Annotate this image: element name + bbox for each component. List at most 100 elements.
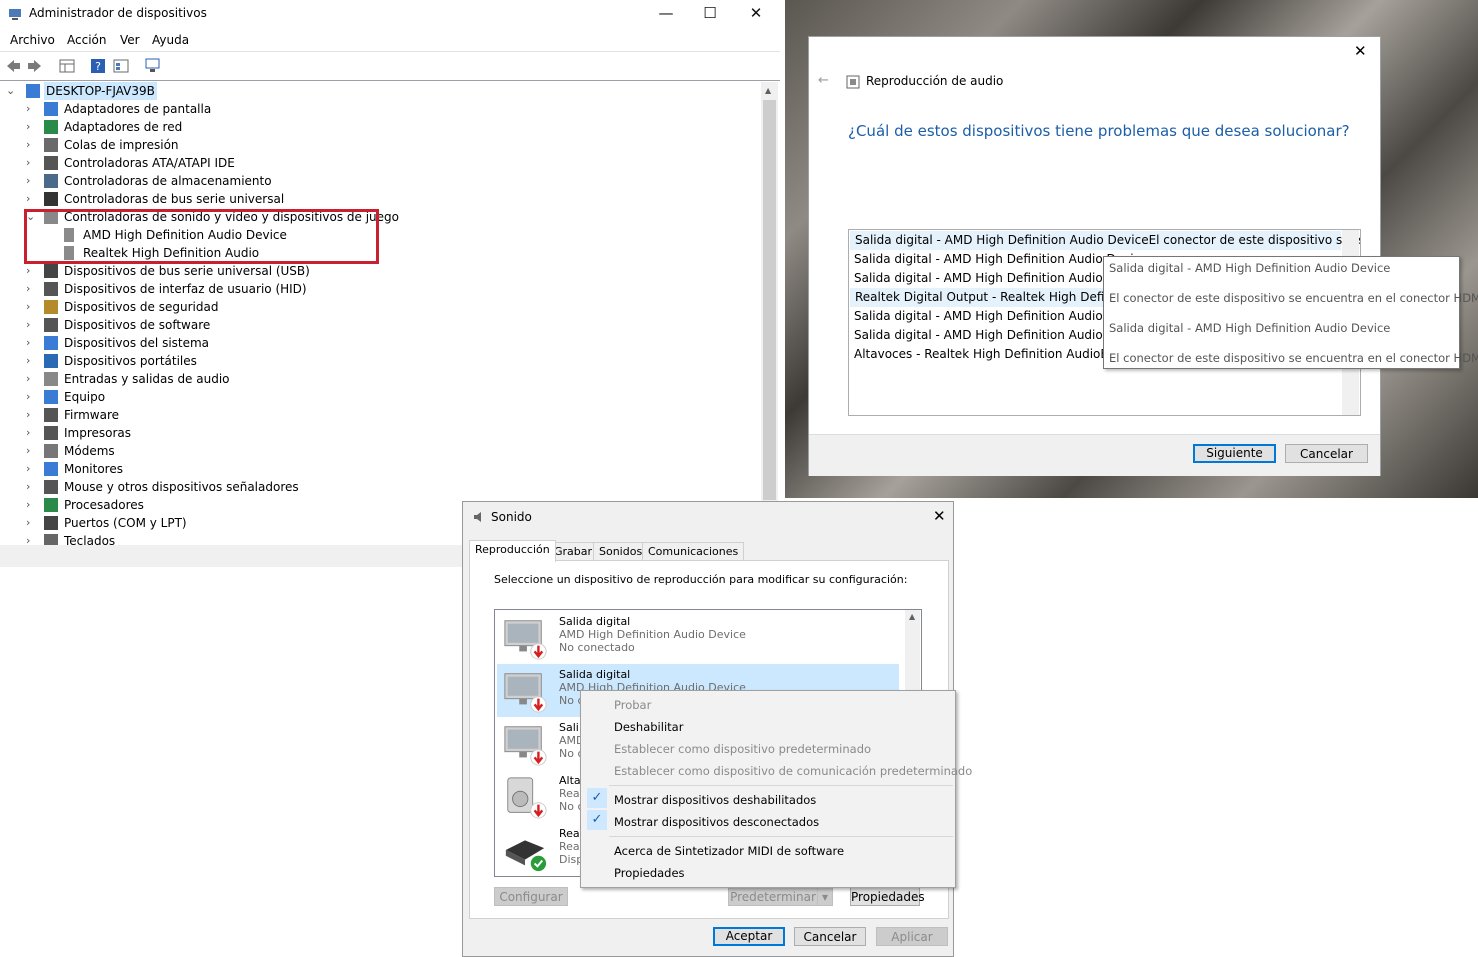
scroll-up-arrow-icon[interactable]: ▲	[765, 86, 771, 95]
tree-category[interactable]: › Dispositivos del sistema	[26, 334, 746, 352]
menu-item-properties[interactable]: Propiedades	[614, 866, 685, 880]
collapse-chevron-icon[interactable]: ›	[26, 334, 36, 352]
view-resources-icon[interactable]	[113, 58, 129, 73]
tree-category[interactable]: › Equipo	[26, 388, 746, 406]
collapse-chevron-icon[interactable]: ›	[26, 514, 36, 532]
apply-button[interactable]: Aplicar	[876, 927, 948, 946]
tree-category[interactable]: › Dispositivos de software	[26, 316, 746, 334]
collapse-chevron-icon[interactable]: ›	[26, 406, 36, 424]
collapse-chevron-icon[interactable]: ›	[26, 316, 36, 334]
menu-item-set-default[interactable]: Establecer como dispositivo predetermina…	[614, 742, 871, 756]
collapse-chevron-icon[interactable]: ›	[26, 136, 36, 154]
collapse-chevron-icon[interactable]: ›	[26, 388, 36, 406]
help-icon[interactable]: ?	[90, 58, 106, 73]
tree-scrollbar[interactable]: ▲	[761, 82, 778, 544]
tree-category[interactable]: › Entradas y salidas de audio	[26, 370, 746, 388]
computer-icon	[26, 84, 40, 98]
device-driver: Rea	[559, 787, 580, 800]
expand-chevron-icon[interactable]: ⌄	[6, 82, 16, 100]
scroll-up-arrow-icon[interactable]: ▲	[909, 612, 915, 621]
menu-item-show-disabled[interactable]: Mostrar dispositivos deshabilitados	[614, 793, 816, 807]
tree-category[interactable]: › Adaptadores de red	[26, 118, 746, 136]
device-list-item[interactable]: Salida digital - AMD High Definition Aud…	[854, 269, 1140, 288]
collapse-chevron-icon[interactable]: ›	[26, 100, 36, 118]
playback-device[interactable]: Salida digital AMD High Definition Audio …	[497, 611, 899, 664]
tree-category[interactable]: › Firmware	[26, 406, 746, 424]
tree-category[interactable]: › Dispositivos portátiles	[26, 352, 746, 370]
ok-button[interactable]: Aceptar	[713, 927, 785, 946]
collapse-chevron-icon[interactable]: ›	[26, 352, 36, 370]
sound-close-button[interactable]: ✕	[933, 507, 946, 525]
next-button[interactable]: Siguiente	[1193, 444, 1276, 463]
collapse-chevron-icon[interactable]: ›	[26, 460, 36, 478]
print-queue-icon	[44, 138, 58, 152]
tree-category[interactable]: › Monitores	[26, 460, 746, 478]
tree-category[interactable]: › Dispositivos de bus serie universal (US…	[26, 262, 746, 280]
display-adapter-icon	[44, 102, 58, 116]
window-title: Administrador de dispositivos	[29, 6, 207, 20]
collapse-chevron-icon[interactable]: ›	[26, 424, 36, 442]
set-default-dropdown[interactable]: ▾	[817, 887, 833, 906]
tree-category[interactable]: › Impresoras	[26, 424, 746, 442]
tree-category[interactable]: › Controladoras de bus serie universal	[26, 190, 746, 208]
tab-sonidos[interactable]: Sonidos	[593, 542, 649, 561]
tab-reproduccion[interactable]: Reproducción	[469, 540, 556, 562]
collapse-chevron-icon[interactable]: ›	[26, 532, 36, 545]
back-arrow-icon[interactable]	[5, 58, 21, 73]
close-button[interactable]: ✕	[734, 2, 778, 26]
dialog-close-button[interactable]: ✕	[1354, 42, 1367, 60]
menu-item-about-midi[interactable]: Acerca de Sintetizador MIDI de software	[614, 844, 844, 858]
menu-item-deshabilitar[interactable]: Deshabilitar	[614, 720, 683, 734]
maximize-button[interactable]: ☐	[688, 2, 732, 26]
collapse-chevron-icon[interactable]: ›	[26, 280, 36, 298]
network-adapter-icon	[44, 120, 58, 134]
configure-button[interactable]: Configurar	[494, 887, 568, 906]
device-manager-window: Administrador de dispositivos — ☐ ✕ Arch…	[0, 0, 780, 545]
menu-accion[interactable]: Acción	[67, 33, 106, 47]
tree-root[interactable]: ⌄ DESKTOP-FJAV39B	[6, 82, 206, 100]
tree-category[interactable]: › Mouse y otros dispositivos señaladores	[26, 478, 746, 496]
menu-ver[interactable]: Ver	[120, 33, 140, 47]
menu-archivo[interactable]: Archivo	[10, 33, 55, 47]
minimize-button[interactable]: —	[644, 2, 688, 26]
collapse-chevron-icon[interactable]: ›	[26, 118, 36, 136]
tree-category[interactable]: › Controladoras ATA/ATAPI IDE	[26, 154, 746, 172]
menu-item-show-disconnected[interactable]: Mostrar dispositivos desconectados	[614, 815, 819, 829]
scan-hardware-icon[interactable]	[145, 58, 161, 73]
tree-category[interactable]: › Dispositivos de interfaz de usuario (HI…	[26, 280, 746, 298]
cancel-button[interactable]: Cancelar	[1285, 444, 1368, 463]
menu-item-set-default-comm[interactable]: Establecer como dispositivo de comunicac…	[614, 764, 972, 778]
properties-button[interactable]: Propiedades	[850, 887, 925, 906]
back-button[interactable]: ←	[818, 73, 829, 88]
audio-io-icon	[44, 372, 58, 386]
sound-cancel-button[interactable]: Cancelar	[794, 927, 866, 946]
collapse-chevron-icon[interactable]: ›	[26, 478, 36, 496]
properties-grid-icon[interactable]	[59, 58, 75, 73]
collapse-chevron-icon[interactable]: ›	[26, 262, 36, 280]
set-default-button[interactable]: Predeterminar	[728, 887, 818, 906]
tree-category[interactable]: › Dispositivos de seguridad	[26, 298, 746, 316]
device-list-item[interactable]: Salida digital - AMD High Definition Aud…	[854, 250, 1140, 269]
printer-icon	[44, 426, 58, 440]
menu-item-probar[interactable]: Probar	[614, 698, 651, 712]
tree-category[interactable]: › Controladoras de almacenamiento	[26, 172, 746, 190]
collapse-chevron-icon[interactable]: ›	[26, 172, 36, 190]
collapse-chevron-icon[interactable]: ›	[26, 298, 36, 316]
menu-ayuda[interactable]: Ayuda	[152, 33, 189, 47]
device-list-item[interactable]: Salida digital - AMD High Definition Aud…	[850, 231, 1360, 250]
tree-category[interactable]: › Colas de impresión	[26, 136, 746, 154]
collapse-chevron-icon[interactable]: ›	[26, 442, 36, 460]
collapse-chevron-icon[interactable]: ›	[26, 154, 36, 172]
tree-category[interactable]: › Adaptadores de pantalla	[26, 100, 746, 118]
forward-arrow-icon[interactable]	[27, 58, 43, 73]
scroll-thumb[interactable]	[763, 100, 776, 500]
device-list-item[interactable]: Altavoces - Realtek High Definition Audi…	[854, 345, 1134, 364]
collapse-chevron-icon[interactable]: ›	[26, 370, 36, 388]
tree-category[interactable]: › Módems	[26, 442, 746, 460]
device-list-item[interactable]: Salida digital - AMD High Definition Aud…	[854, 307, 1140, 326]
collapse-chevron-icon[interactable]: ›	[26, 496, 36, 514]
tab-comunicaciones[interactable]: Comunicaciones	[642, 542, 745, 561]
collapse-chevron-icon[interactable]: ›	[26, 190, 36, 208]
tree-category-label: Puertos (COM y LPT)	[64, 516, 187, 530]
device-list-item[interactable]: Salida digital - AMD High Definition Aud…	[854, 326, 1140, 345]
